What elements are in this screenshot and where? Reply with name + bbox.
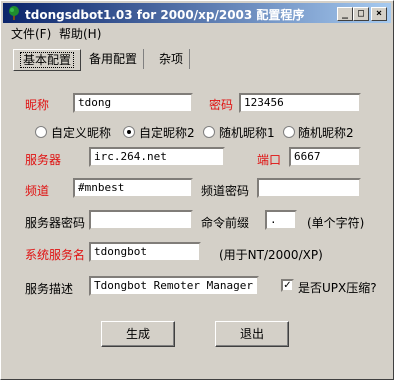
- server-input[interactable]: irc.264.net: [89, 147, 225, 167]
- service-desc-input[interactable]: Tdongbot Remoter Manager: [89, 276, 259, 296]
- radio-custom-nick-label: 自定义昵称: [51, 126, 112, 140]
- radio-custom-nick2[interactable]: [123, 126, 135, 138]
- service-name-input[interactable]: tdongbot: [89, 242, 201, 262]
- service-desc-label: 服务描述: [25, 282, 74, 296]
- tab-misc-label: 杂项: [159, 52, 184, 66]
- tab-basic-config-label: 基本配置: [20, 52, 75, 68]
- nickname-label: 昵称: [25, 98, 50, 112]
- command-prefix-input[interactable]: .: [265, 210, 297, 230]
- tab-basic-config[interactable]: 基本配置: [13, 49, 82, 71]
- tab-misc[interactable]: 杂项: [153, 49, 191, 69]
- app-window: tdongsdbot1.03 for 2000/xp/2003 配置程序 _ □…: [0, 0, 394, 380]
- nickname-input[interactable]: tdong: [73, 93, 193, 113]
- upx-checkbox[interactable]: ✓: [281, 279, 294, 292]
- minimize-button[interactable]: _: [337, 7, 353, 21]
- server-label: 服务器: [25, 153, 62, 167]
- menu-file[interactable]: 文件(F): [7, 25, 55, 42]
- radio-custom-nick[interactable]: [35, 126, 47, 138]
- generate-button[interactable]: 生成: [101, 321, 175, 347]
- service-name-label: 系统服务名: [25, 248, 86, 262]
- channel-input[interactable]: #mnbest: [73, 178, 193, 198]
- window-title: tdongsdbot1.03 for 2000/xp/2003 配置程序: [25, 8, 305, 22]
- radio-random-nick1-label: 随机昵称1: [219, 126, 275, 140]
- command-prefix-label: 命令前缀: [201, 216, 250, 230]
- password-label: 密码: [209, 98, 234, 112]
- command-prefix-hint: (单个字符): [307, 216, 365, 230]
- checkmark-icon: ✓: [283, 280, 292, 291]
- tab-strip: 基本配置 备用配置 杂项: [1, 47, 393, 71]
- password-input[interactable]: 123456: [239, 93, 361, 113]
- menu-help[interactable]: 帮助(H): [55, 25, 105, 42]
- radio-custom-nick2-label: 自定昵称2: [139, 126, 195, 140]
- tab-backup-config[interactable]: 备用配置: [83, 49, 145, 69]
- port-label: 端口: [257, 153, 282, 167]
- radio-random-nick2[interactable]: [283, 126, 295, 138]
- tree-app-icon: [9, 6, 19, 20]
- exit-button[interactable]: 退出: [215, 321, 289, 347]
- channel-password-label: 频道密码: [201, 184, 250, 198]
- close-button[interactable]: ×: [371, 7, 387, 21]
- server-password-label: 服务器密码: [25, 216, 86, 230]
- titlebar[interactable]: tdongsdbot1.03 for 2000/xp/2003 配置程序 _ □…: [3, 3, 391, 23]
- maximize-button[interactable]: □: [353, 7, 369, 21]
- port-input[interactable]: 6667: [289, 147, 361, 167]
- service-name-hint: (用于NT/2000/XP): [219, 248, 323, 262]
- tab-backup-config-label: 备用配置: [89, 52, 138, 66]
- radio-random-nick2-label: 随机昵称2: [298, 126, 354, 140]
- menubar: 文件(F) 帮助(H): [3, 24, 391, 42]
- channel-password-input[interactable]: [257, 178, 361, 198]
- server-password-input[interactable]: [89, 210, 193, 230]
- radio-random-nick1[interactable]: [203, 126, 215, 138]
- channel-label: 频道: [25, 184, 50, 198]
- upx-label: 是否UPX压缩?: [298, 281, 377, 295]
